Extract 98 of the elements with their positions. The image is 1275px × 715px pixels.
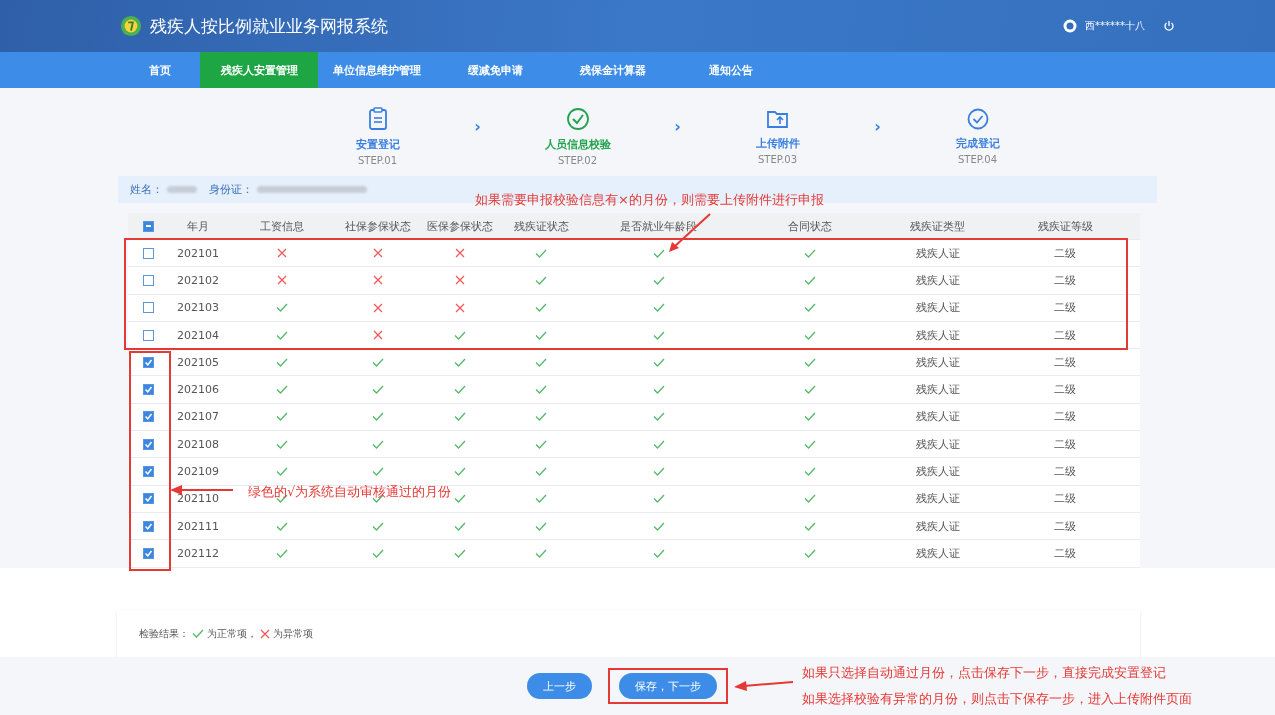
table-cell: 二级 (1054, 245, 1076, 261)
table-cell: 残疾人证 (915, 245, 960, 261)
table-cell: 残疾人证 (915, 272, 960, 288)
row-checkbox[interactable] (142, 411, 154, 423)
table-cell: 二级 (1054, 409, 1076, 425)
nav-tab[interactable]: 首页 (120, 52, 200, 88)
step-label: 安置登记 (355, 136, 400, 152)
app-title: 残疾人按比例就业业务网报系统 (150, 14, 388, 38)
arrow-drawing (734, 680, 794, 692)
previous-button[interactable]: 上一步 (527, 673, 592, 699)
table-cell: 二级 (1054, 464, 1076, 479)
step-label: 人员信息校验 (544, 136, 611, 152)
table-cell: 202112 (177, 546, 219, 560)
column-header: 合同状态 (788, 218, 832, 234)
nav-tab[interactable]: 通知公告 (672, 52, 790, 88)
table-cell: 202102 (177, 273, 219, 287)
table-cell: 残疾人证 (915, 409, 960, 425)
step-label: 上传附件 (755, 135, 800, 151)
legend-label: 检验结果： (139, 626, 189, 641)
row-checkbox[interactable] (142, 384, 154, 396)
row-checkbox[interactable] (142, 302, 154, 314)
table-cell: 202110 (177, 492, 219, 506)
step-separator: › (473, 116, 482, 136)
table-cell: 二级 (1054, 545, 1076, 561)
legend-text: 为异常项 (273, 626, 313, 641)
table-cell: 残疾人证 (915, 491, 960, 507)
clipboard-icon (366, 106, 389, 131)
nav-tab[interactable]: 单位信息维护管理 (318, 52, 436, 88)
step-number: STEP.04 (957, 153, 998, 165)
id-label: 身份证： (209, 182, 253, 197)
table-cell: 202101 (177, 246, 219, 260)
check-icon (192, 629, 204, 638)
table-cell: 残疾人证 (915, 300, 960, 316)
table-cell: 二级 (1054, 382, 1076, 398)
step-number: STEP.02 (557, 154, 598, 166)
table-cell: 残疾人证 (915, 436, 960, 452)
table-cell: 202104 (177, 328, 219, 342)
row-checkbox[interactable] (142, 520, 154, 532)
table-cell: 202111 (177, 519, 219, 533)
redacted-text (167, 186, 197, 193)
arrow-drawing (170, 485, 234, 495)
row-checkbox[interactable] (142, 356, 154, 368)
step-separator: › (873, 116, 882, 136)
verify-badge-icon (565, 106, 590, 131)
logo-icon (120, 15, 142, 37)
column-header: 年月 (187, 218, 209, 234)
column-header: 社保参保状态 (344, 218, 411, 234)
legend-text: 为正常项， (207, 626, 257, 641)
nav-tab[interactable]: 残疾人安置管理 (200, 52, 318, 88)
save-next-button[interactable]: 保存，下一步 (619, 673, 717, 699)
table-cell: 残疾人证 (915, 354, 960, 370)
table-cell: 二级 (1054, 272, 1076, 288)
table-cell: 202106 (177, 383, 219, 397)
cross-icon (260, 628, 270, 639)
user-avatar-icon (1063, 19, 1077, 33)
annotation-text: 如果只选择自动通过月份，点击保存下一步，直接完成安置登记 (802, 664, 1167, 682)
name-label: 姓名： (130, 182, 163, 197)
table-cell: 残疾人证 (915, 518, 960, 534)
step-label: 完成登记 (955, 135, 1000, 151)
table-cell: 202105 (177, 355, 219, 369)
annotation-text: 绿色的√为系统自动审核通过的月份 (248, 483, 452, 501)
table-cell: 202107 (177, 410, 219, 424)
table-cell: 二级 (1054, 300, 1076, 316)
column-header: 工资信息 (259, 218, 304, 234)
column-header: 医保参保状态 (427, 218, 493, 234)
column-header: 残疾证类型 (910, 218, 965, 234)
row-checkbox[interactable] (142, 247, 154, 259)
table-cell: 二级 (1054, 327, 1076, 343)
row-checkbox[interactable] (142, 547, 154, 559)
table-cell: 202103 (177, 301, 219, 315)
table-cell: 残疾人证 (915, 327, 960, 343)
row-checkbox[interactable] (142, 274, 154, 286)
row-checkbox[interactable] (142, 329, 154, 341)
column-header: 残疾证等级 (1037, 218, 1093, 234)
table-cell: 残疾人证 (915, 545, 960, 561)
user-name[interactable]: 西******十八 (1085, 19, 1145, 33)
table-cell: 202109 (177, 465, 219, 478)
column-header: 残疾证状态 (513, 218, 569, 234)
table-cell: 二级 (1054, 518, 1076, 534)
row-checkbox[interactable] (142, 493, 154, 505)
table-cell: 二级 (1054, 436, 1076, 452)
table-cell: 残疾人证 (915, 382, 960, 398)
step-separator: › (673, 116, 682, 136)
row-checkbox[interactable] (142, 466, 154, 477)
step-number: STEP.03 (757, 153, 798, 165)
nav-tab[interactable]: 缓减免申请 (436, 52, 554, 88)
table-cell: 残疾人证 (915, 464, 960, 479)
table-cell: 二级 (1054, 491, 1076, 507)
check-circle-icon (966, 107, 989, 130)
row-checkbox[interactable] (142, 438, 154, 450)
step-number: STEP.01 (357, 154, 398, 166)
select-all-checkbox[interactable] (142, 220, 154, 232)
annotation-text: 如果选择校验有异常的月份，则点击下保存一步，进入上传附件页面 (802, 690, 1192, 708)
table-cell: 202108 (177, 437, 219, 451)
table-cell: 二级 (1054, 354, 1076, 370)
annotation-text: 如果需要申报校验信息有×的月份，则需要上传附件进行申报 (475, 191, 824, 209)
nav-tab[interactable]: 残保金计算器 (554, 52, 672, 88)
power-icon[interactable] (1163, 20, 1175, 32)
